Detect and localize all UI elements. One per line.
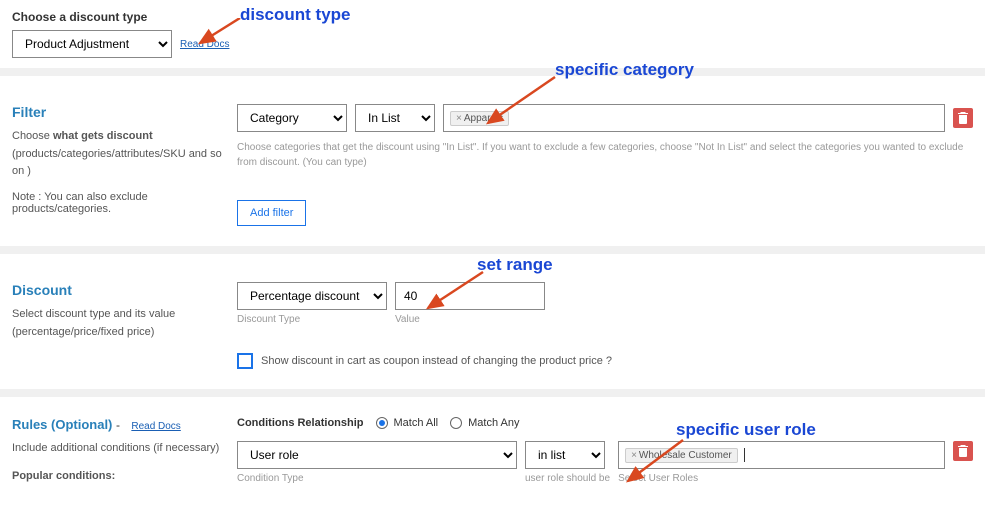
popular-conditions-label: Popular conditions:: [12, 468, 227, 486]
filter-delete-button[interactable]: [953, 108, 973, 128]
condition-type-select[interactable]: User role: [237, 441, 517, 469]
filter-tag[interactable]: ×Apparels: [450, 111, 509, 126]
discount-title: Discount: [12, 282, 227, 298]
discount-value-small-label: Value: [395, 314, 545, 325]
match-all-radio[interactable]: [376, 417, 388, 429]
read-more-link[interactable]: Read Docs: [180, 39, 229, 50]
filter-inlist-select[interactable]: In List: [355, 104, 435, 132]
discount-type-select[interactable]: Product Adjustment: [12, 30, 172, 58]
discount-type-value-select[interactable]: Percentage discount: [237, 282, 387, 310]
add-filter-button[interactable]: Add filter: [237, 200, 306, 226]
rules-read-docs-link[interactable]: Read Docs: [131, 421, 180, 432]
trash-icon: [958, 445, 968, 457]
discount-type-label: Choose a discount type: [12, 10, 229, 24]
user-role-tag[interactable]: ×Wholesale Customer: [625, 448, 738, 463]
tag-remove-icon[interactable]: ×: [456, 113, 462, 124]
match-any-label: Match Any: [468, 417, 519, 429]
discount-value-input[interactable]: [395, 282, 545, 310]
select-user-roles-label: Select User Roles: [618, 473, 945, 484]
checkbox-label: Show discount in cart as coupon instead …: [261, 355, 612, 367]
user-role-should-be-label: user role should be: [525, 473, 610, 484]
tag-remove-icon[interactable]: ×: [631, 450, 637, 461]
condition-delete-button[interactable]: [953, 441, 973, 461]
condition-type-small-label: Condition Type: [237, 473, 517, 484]
conditions-relationship-label: Conditions Relationship: [237, 417, 364, 429]
match-any-radio[interactable]: [450, 417, 462, 429]
rules-title: Rules (Optional): [12, 417, 116, 432]
match-all-label: Match All: [394, 417, 439, 429]
rules-description: Include additional conditions (if necess…: [12, 440, 227, 458]
discount-type-small-label: Discount Type: [237, 314, 387, 325]
user-role-tag-input[interactable]: ×Wholesale Customer: [618, 441, 945, 469]
filter-help-text: Choose categories that get the discount …: [237, 140, 973, 170]
condition-inlist-select[interactable]: in list: [525, 441, 605, 469]
filter-note: Note : You can also exclude products/cat…: [12, 191, 227, 215]
filter-tag-input[interactable]: ×Apparels: [443, 104, 945, 132]
filter-title: Filter: [12, 104, 227, 120]
filter-description: Choose what gets discount (products/cate…: [12, 128, 227, 181]
show-as-coupon-checkbox[interactable]: [237, 353, 253, 369]
discount-description: Select discount type and its value (perc…: [12, 306, 227, 341]
filter-category-select[interactable]: Category: [237, 104, 347, 132]
trash-icon: [958, 112, 968, 124]
